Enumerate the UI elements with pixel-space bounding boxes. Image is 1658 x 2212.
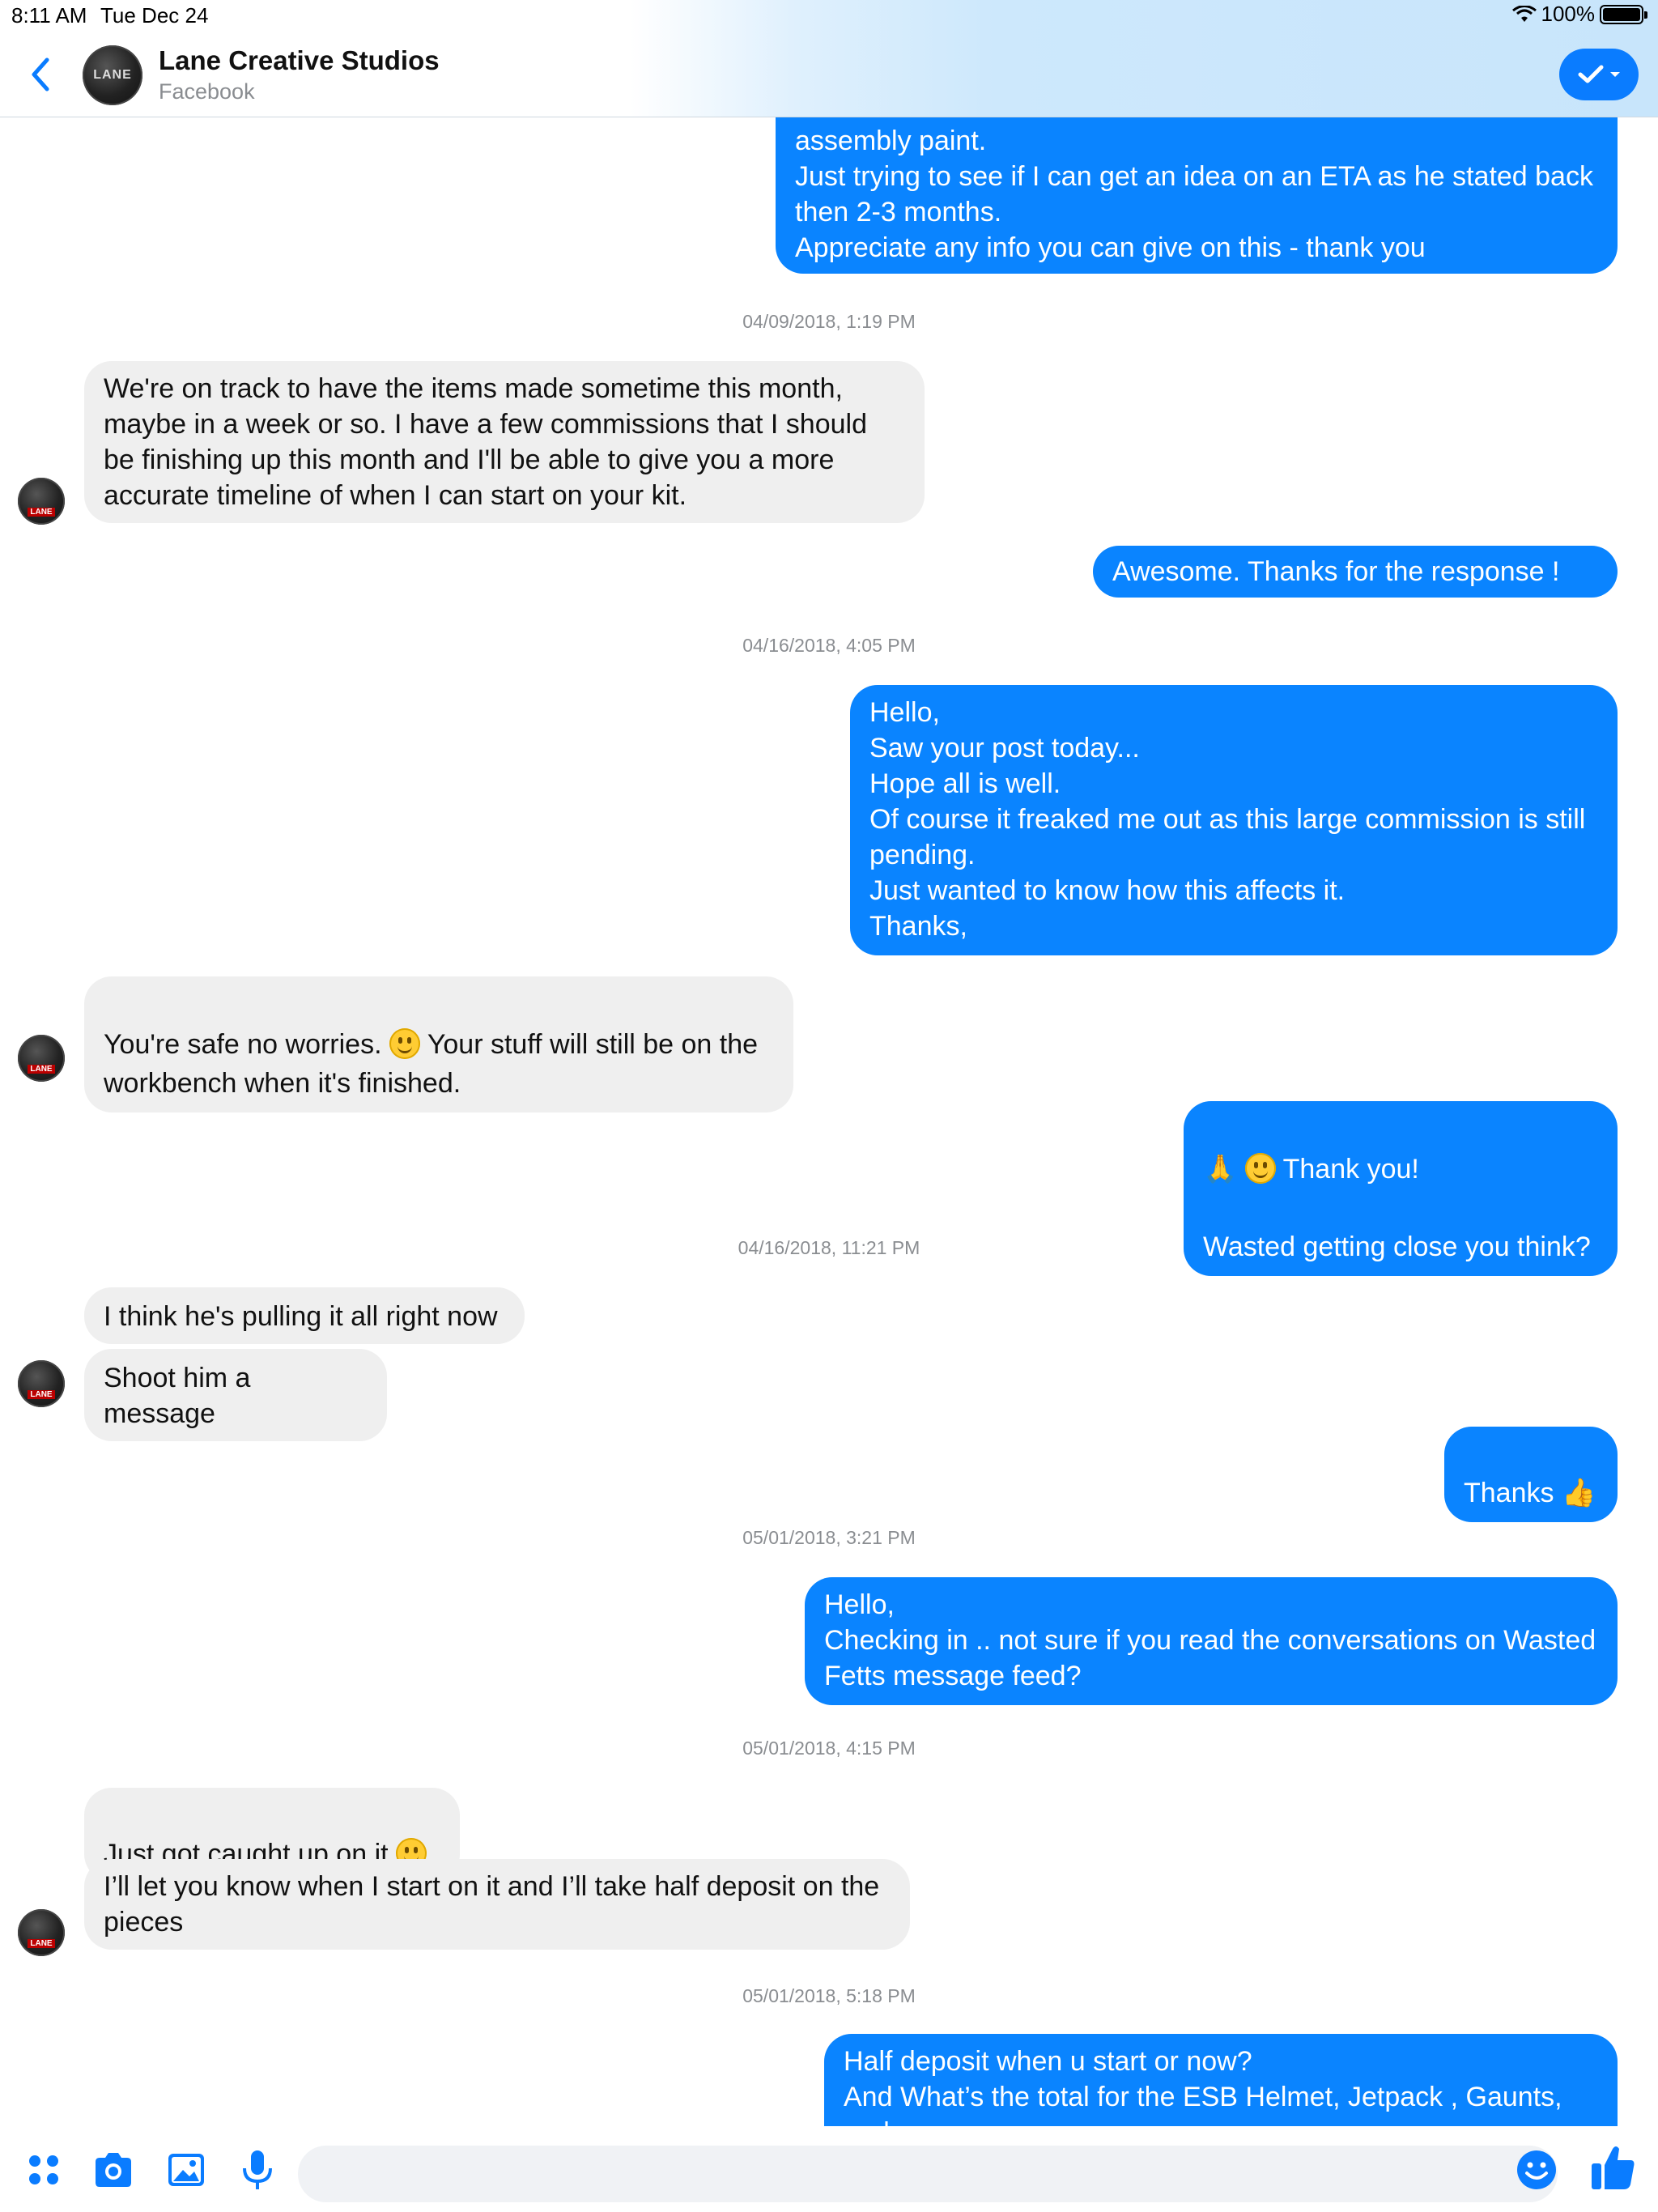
contact-name[interactable]: Lane Creative Studios <box>159 45 440 76</box>
sender-avatar[interactable]: LANE <box>18 478 65 525</box>
sender-avatar[interactable]: LANE <box>18 1360 65 1407</box>
timestamp: 05/01/2018, 4:15 PM <box>742 1738 916 1759</box>
checkmark-icon <box>1578 65 1604 83</box>
microphone-icon[interactable] <box>235 2147 280 2193</box>
status-bar: 8:11 AM Tue Dec 24 100% <box>0 0 1658 32</box>
message-outgoing[interactable]: Thanks 👍 <box>1444 1427 1618 1522</box>
status-date: Tue Dec 24 <box>100 3 209 28</box>
slightly-smiling-emoji <box>389 1028 420 1059</box>
done-button[interactable] <box>1559 49 1639 100</box>
timestamp: 05/01/2018, 3:21 PM <box>742 1527 916 1548</box>
message-incoming[interactable]: Shoot him a message <box>84 1349 387 1441</box>
message-outgoing[interactable]: Hello, Saw your post today... Hope all i… <box>850 685 1618 955</box>
timestamp: 04/16/2018, 11:21 PM <box>738 1237 920 1258</box>
apps-grid-icon[interactable] <box>21 2147 66 2193</box>
message-text: You're safe no worries. <box>104 1029 389 1060</box>
battery-icon <box>1600 4 1647 24</box>
message-outgoing[interactable]: Hello, Checking in .. not sure if you re… <box>805 1577 1618 1705</box>
smiley-icon[interactable] <box>1514 2147 1559 2193</box>
contact-subtitle: Facebook <box>159 79 255 104</box>
message-composer <box>0 2126 1658 2212</box>
sender-avatar[interactable]: LANE <box>18 1909 65 1956</box>
chevron-left-icon[interactable] <box>21 50 62 99</box>
status-time: 8:11 AM <box>11 3 87 28</box>
conversation-header: 8:11 AM Tue Dec 24 100% LANE Lane Creati… <box>0 0 1658 117</box>
camera-icon[interactable] <box>91 2147 136 2193</box>
status-indicators: 100% <box>1511 2 1647 27</box>
timestamp: 04/09/2018, 1:19 PM <box>742 311 916 332</box>
thumbs-up-icon[interactable] <box>1588 2142 1637 2193</box>
message-input[interactable] <box>298 2146 1558 2202</box>
sender-avatar[interactable]: LANE <box>18 1035 65 1082</box>
avatar-logo-text: LANE <box>93 68 132 82</box>
message-text: Thanks <box>1464 1478 1562 1508</box>
photo-icon[interactable] <box>164 2147 209 2193</box>
smiling-emoji <box>1244 1153 1276 1184</box>
contact-avatar[interactable]: LANE <box>83 45 142 105</box>
message-incoming[interactable]: We're on track to have the items made so… <box>84 361 925 523</box>
message-outgoing[interactable]: assembly paint. Just trying to see if I … <box>776 105 1618 274</box>
message-text: Thank you! <box>1275 1154 1419 1185</box>
message-incoming[interactable]: You're safe no worries. Your stuff will … <box>84 976 793 1112</box>
message-outgoing[interactable]: Awesome. Thanks for the response ! <box>1093 546 1618 598</box>
thumbs-up-emoji: 👍 <box>1561 1478 1596 1508</box>
timestamp: 04/16/2018, 4:05 PM <box>742 635 916 656</box>
message-incoming[interactable]: I’ll let you know when I start on it and… <box>84 1859 910 1950</box>
chevron-down-icon <box>1610 72 1620 77</box>
folded-hands-emoji: 🙏 <box>1203 1154 1238 1185</box>
battery-percent: 100% <box>1541 2 1596 26</box>
timestamp: 05/01/2018, 5:18 PM <box>742 1985 916 2006</box>
message-incoming[interactable]: I think he's pulling it all right now <box>84 1287 525 1344</box>
wifi-icon <box>1511 5 1537 22</box>
